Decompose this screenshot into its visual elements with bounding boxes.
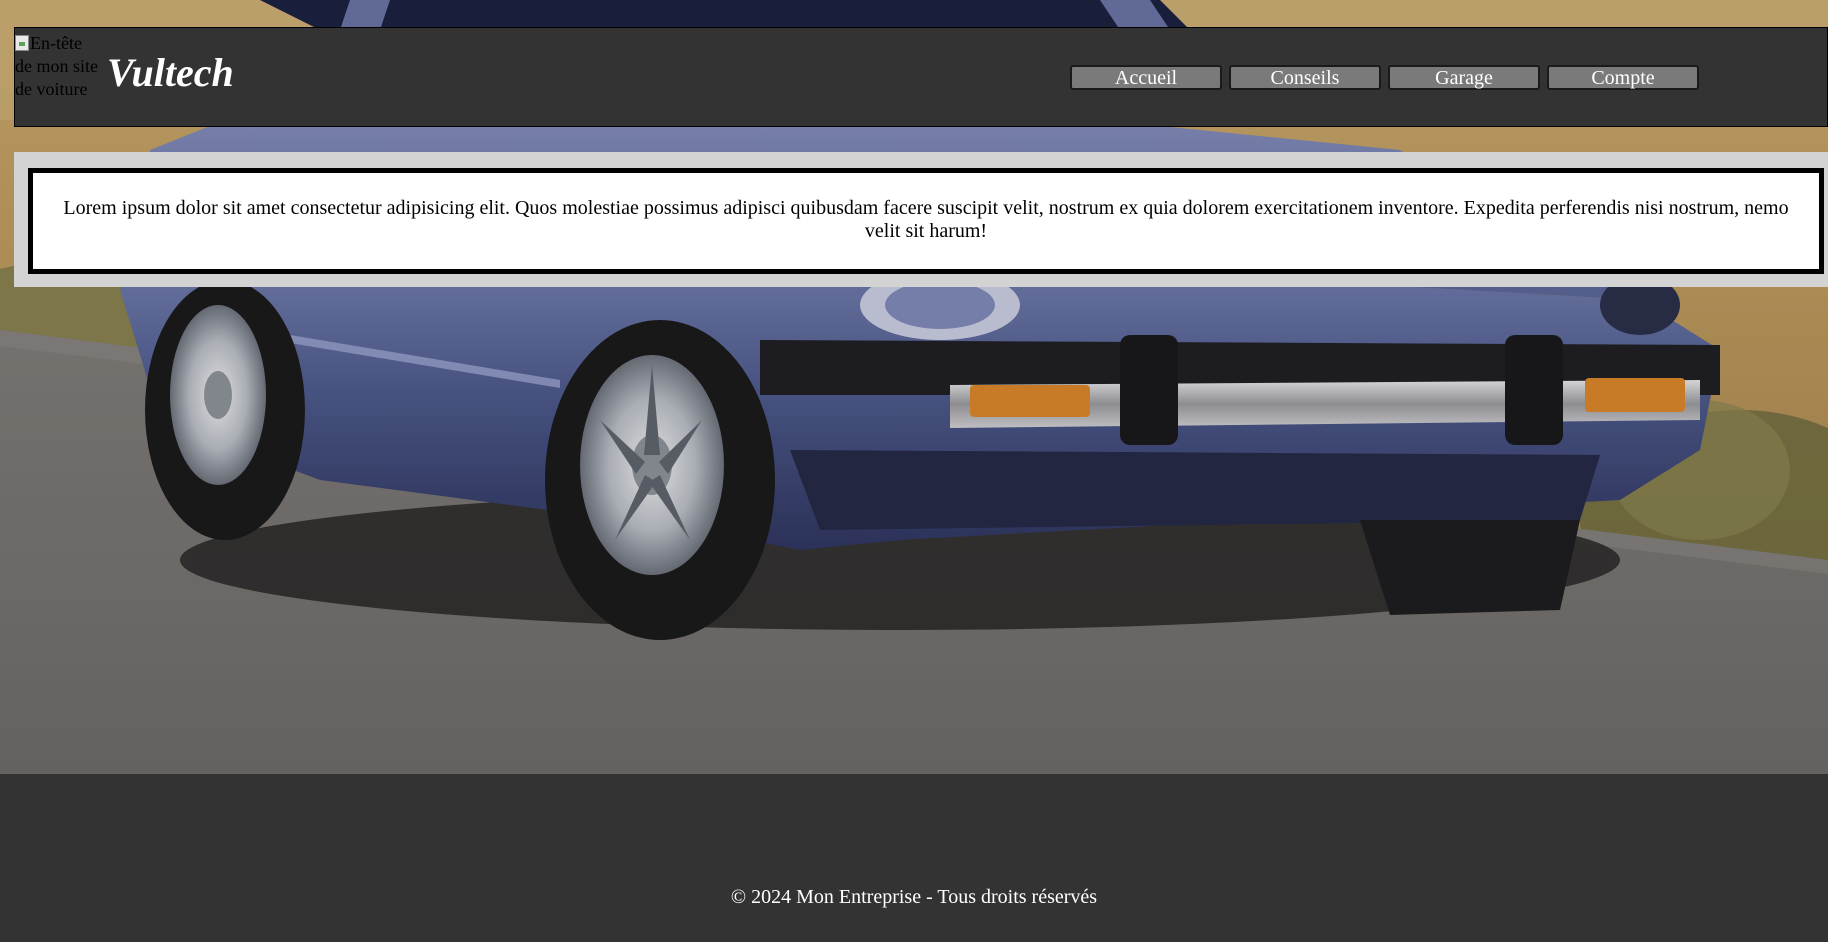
content-panel: Lorem ipsum dolor sit amet consectetur a… xyxy=(14,152,1828,287)
header-logo-image: En-tête de mon site de voiture xyxy=(15,32,100,101)
nav-button-garage[interactable]: Garage xyxy=(1388,65,1540,90)
site-title: Vultech xyxy=(107,50,234,95)
content-text: Lorem ipsum dolor sit amet consectetur a… xyxy=(63,197,1789,242)
content-box: Lorem ipsum dolor sit amet consectetur a… xyxy=(28,168,1824,274)
site-header: En-tête de mon site de voiture Vultech A… xyxy=(14,27,1828,127)
nav-button-conseils[interactable]: Conseils xyxy=(1229,65,1381,90)
main-nav: Accueil Conseils Garage Compte xyxy=(1070,65,1699,90)
nav-button-compte[interactable]: Compte xyxy=(1547,65,1699,90)
nav-button-accueil[interactable]: Accueil xyxy=(1070,65,1222,90)
footer-copyright: © 2024 Mon Entreprise - Tous droits rése… xyxy=(730,886,1098,908)
broken-image-icon xyxy=(15,35,29,51)
site-footer: © 2024 Mon Entreprise - Tous droits rése… xyxy=(0,774,1828,942)
